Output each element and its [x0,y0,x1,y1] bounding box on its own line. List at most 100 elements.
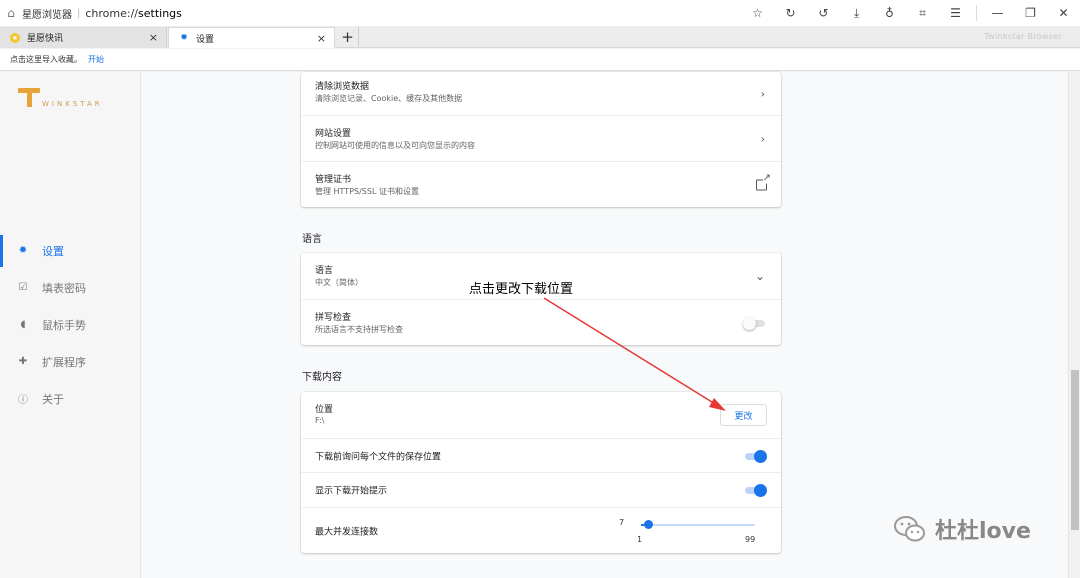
download-prompt-row[interactable]: 显示下载开始提示 [301,472,781,507]
gear-favicon-icon: ✹ [180,33,188,43]
wechat-icon [894,516,925,542]
row-desc: 控制网站可使用的信息以及可向您显示的内容 [315,141,475,150]
download-location-row: 位置 F:\ 更改 [301,392,781,438]
sidebar-item-label: 关于 [42,392,64,406]
row-title: 位置 [315,405,334,415]
refresh-icon[interactable]: ↻ [774,0,807,26]
row-title: 管理证书 [315,175,352,185]
tab-news[interactable]: ★ 星愿快讯 × [0,27,167,48]
slider-thumb[interactable] [643,520,653,529]
logo-mark-icon [18,86,40,108]
change-location-button[interactable]: 更改 [720,404,767,426]
slider-min-label: 1 [637,535,643,544]
import-bookmarks-text: 点击这里导入收藏。 [10,55,82,64]
row-desc: 管理 HTTPS/SSL 证书和设置 [315,187,419,196]
brand-text: Twinkstar Browser [984,32,1062,41]
slider-track [641,524,755,526]
page-scrollbar[interactable] [1068,72,1080,578]
chevron-right-icon: › [760,132,765,145]
sidebar-item-passwords[interactable]: ☑ 填表密码 [0,269,140,306]
row-title: 清除浏览数据 [315,82,370,92]
close-icon[interactable]: ✕ [1047,0,1080,26]
chevron-down-icon[interactable]: ⌄ [755,269,765,283]
tab-label: 设置 [196,34,215,45]
language-card: 语言 中文（简体） ⌄ 拼写检查 所选语言不支持拼写检查 [301,253,781,345]
sidebar-item-label: 鼠标手势 [42,318,86,332]
undo-icon[interactable]: ↺ [807,0,840,26]
twinkstar-logo: WINKSTAR [18,86,103,108]
mouse-icon: ◖ [20,319,26,330]
sidebar-item-label: 扩展程序 [42,355,86,369]
slider-current-value: 7 [619,518,625,527]
tab-close-icon[interactable]: × [317,32,326,45]
toolbar-divider [976,5,977,21]
app-name: 星愿浏览器 [22,9,72,21]
row-title: 拼写检查 [315,313,352,323]
downloads-card: 位置 F:\ 更改 下载前询问每个文件的保存位置 显示下载开始提示 最大并发连接… [301,392,781,553]
tab-label: 星愿快讯 [27,34,64,44]
ask-save-location-row[interactable]: 下载前询问每个文件的保存位置 [301,438,781,472]
external-link-icon[interactable] [756,173,771,190]
tab-bar: ★ 星愿快讯 × ✹ 设置 × + Twinkstar Browser [0,26,1080,48]
address-bar[interactable]: chrome://settings [85,7,182,20]
ask-save-location-toggle[interactable] [743,449,767,463]
import-start-link[interactable]: 开始 [88,54,104,65]
info-icon: ⓘ [18,395,28,406]
location-value: F:\ [315,416,325,425]
settings-sidebar: WINKSTAR ✹ 设置 ☑ 填表密码 ◖ 鼠标手势 ✚ 扩展程序 ⓘ 关于 [0,72,141,578]
tab-close-icon[interactable]: × [149,31,158,44]
row-label: 下载前询问每个文件的保存位置 [315,452,442,462]
row-title: 语言 [315,266,334,276]
slider-max-label: 99 [745,535,756,544]
menu-icon[interactable]: ☰ [939,0,972,26]
watermark: 杜杜love [893,513,1031,545]
sidebar-item-mouse-gestures[interactable]: ◖ 鼠标手势 [0,306,140,343]
row-title: 网站设置 [315,129,352,139]
bookmarks-bar: 点击这里导入收藏。 开始 [0,49,1080,71]
logo-word: WINKSTAR [42,100,103,108]
download-prompt-toggle[interactable] [743,483,767,497]
sidebar-item-label: 设置 [42,244,64,258]
star-favicon-icon: ★ [10,32,20,43]
scrollbar-thumb[interactable] [1071,370,1079,530]
sidebar-menu: ✹ 设置 ☑ 填表密码 ◖ 鼠标手势 ✚ 扩展程序 ⓘ 关于 [0,232,140,417]
spellcheck-toggle[interactable] [743,316,767,330]
row-desc: 清除浏览记录、Cookie、缓存及其他数据 [315,94,463,103]
puzzle-icon: ✚ [18,356,28,367]
title-separator: | [77,7,81,19]
toolbar: ☆ ↻ ↺ ⤓ ♁ ⌗ ☰ — ❐ ✕ [741,0,1080,26]
row-desc: 所选语言不支持拼写检查 [315,325,403,334]
annotation-text: 点击更改下载位置 [469,282,574,297]
row-value: 中文（简体） [315,278,363,287]
home-icon[interactable]: ⌂ [0,0,22,26]
sidebar-item-label: 填表密码 [42,281,86,295]
crop-icon[interactable]: ⌗ [906,0,939,26]
manage-certificates-row[interactable]: 管理证书 管理 HTTPS/SSL 证书和设置 [301,161,781,207]
star-icon[interactable]: ☆ [741,0,774,26]
site-settings-row[interactable]: 网站设置 控制网站可使用的信息以及可向您显示的内容 › [301,115,781,161]
sidebar-item-settings[interactable]: ✹ 设置 [0,232,140,269]
max-connections-slider[interactable]: 7 1 99 [619,508,769,554]
downloads-heading: 下载内容 [302,372,342,383]
url-prefix: chrome:// [85,6,139,20]
sidebar-item-about[interactable]: ⓘ 关于 [0,380,140,417]
chevron-right-icon: › [760,87,765,100]
spellcheck-row: 拼写检查 所选语言不支持拼写检查 [301,299,781,345]
max-connections-row: 最大并发连接数 7 1 99 [301,507,781,553]
row-label: 显示下载开始提示 [315,486,388,497]
row-label: 最大并发连接数 [315,527,379,537]
minimize-icon[interactable]: — [981,0,1014,26]
download-icon[interactable]: ⤓ [840,0,873,26]
tab-settings[interactable]: ✹ 设置 × [168,27,335,48]
new-tab-button[interactable]: + [337,27,359,47]
sidebar-item-extensions[interactable]: ✚ 扩展程序 [0,343,140,380]
user-icon[interactable]: ♁ [873,0,906,26]
privacy-card: 清除浏览数据 清除浏览记录、Cookie、缓存及其他数据 › 网站设置 控制网站… [301,72,781,207]
language-heading: 语言 [302,234,322,245]
url-page: settings [138,6,182,20]
form-icon: ☑ [18,282,28,293]
title-bar: ⌂ 星愿浏览器 | chrome://settings ☆ ↻ ↺ ⤓ ♁ ⌗ … [0,0,1080,26]
restore-icon[interactable]: ❐ [1014,0,1047,26]
watermark-text: 杜杜love [935,519,1031,544]
clear-browsing-data-row[interactable]: 清除浏览数据 清除浏览记录、Cookie、缓存及其他数据 › [301,72,781,115]
